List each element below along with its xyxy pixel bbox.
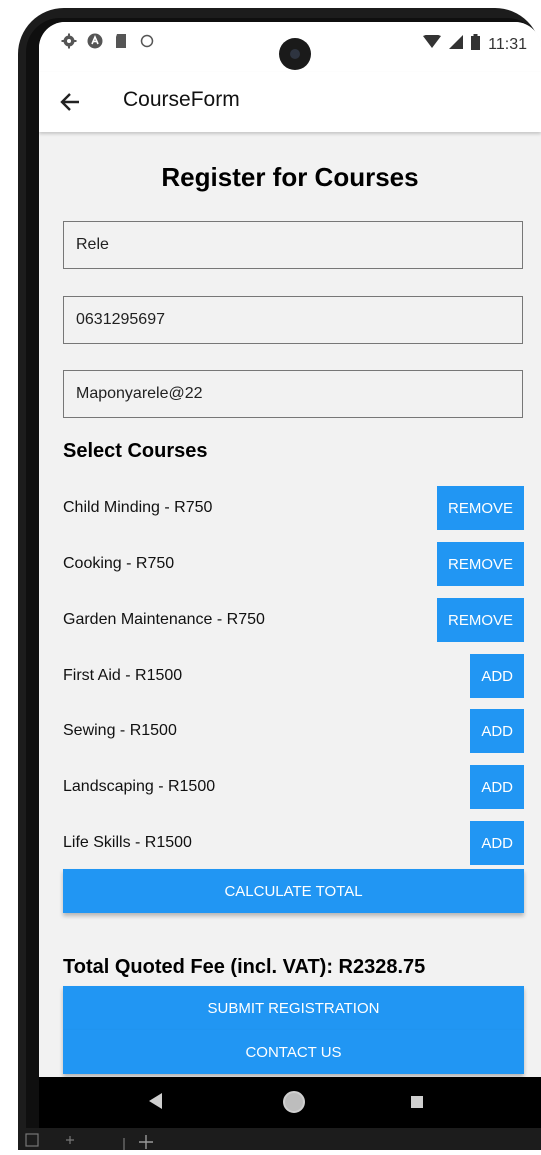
system-nav-bar [39, 1077, 541, 1128]
add-landscaping-button[interactable]: ADD [470, 765, 524, 809]
status-time: 11:31 [488, 35, 527, 53]
status-bar: 11:31 [39, 22, 541, 72]
app-bar: CourseForm [39, 72, 541, 132]
remove-cooking-button[interactable]: REMOVE [436, 542, 524, 586]
device-screen: 11:31 CourseForm Register for Courses Se… [39, 22, 541, 1128]
nav-back-icon[interactable] [149, 1093, 163, 1114]
email-field[interactable] [63, 370, 523, 418]
gear-icon [61, 33, 77, 49]
select-courses-heading: Select Courses [63, 440, 208, 462]
course-row-sewing: Sewing - R1500 ADD [63, 709, 524, 753]
wifi-icon [423, 34, 442, 54]
form-content: Register for Courses Select Courses Chil… [39, 132, 541, 1077]
add-sewing-button[interactable]: ADD [470, 709, 524, 753]
back-arrow-icon[interactable] [57, 88, 85, 116]
course-row-first-aid: First Aid - R1500 ADD [63, 654, 524, 698]
contact-us-button[interactable]: CONTACT US [63, 1030, 524, 1074]
course-label: Sewing - R1500 [63, 722, 177, 739]
course-row-garden-maintenance: Garden Maintenance - R750 REMOVE [63, 598, 524, 642]
page-title: Register for Courses [161, 162, 419, 192]
course-row-landscaping: Landscaping - R1500 ADD [63, 765, 524, 809]
emulator-toolbar [18, 1128, 218, 1150]
course-row-child-minding: Child Minding - R750 REMOVE [63, 486, 524, 530]
course-label: Garden Maintenance - R750 [63, 611, 265, 628]
course-label: Landscaping - R1500 [63, 778, 216, 795]
course-label: Child Minding - R750 [63, 499, 213, 516]
course-label: Life Skills - R1500 [63, 834, 192, 851]
sd-card-icon [113, 33, 129, 49]
add-life-skills-button[interactable]: ADD [470, 821, 524, 865]
camera-cutout [279, 38, 311, 70]
signal-icon [449, 35, 464, 54]
dot-icon [139, 33, 155, 49]
total-fee-text: Total Quoted Fee (incl. VAT): R2328.75 [63, 956, 426, 978]
course-label: Cooking - R750 [63, 555, 175, 572]
calculate-total-button[interactable]: CALCULATE TOTAL [63, 869, 524, 913]
nav-recents-icon[interactable] [411, 1096, 423, 1108]
a-icon [87, 33, 103, 49]
remove-garden-maintenance-button[interactable]: REMOVE [436, 598, 524, 642]
nav-home-icon[interactable] [283, 1091, 305, 1113]
app-title: CourseForm [123, 88, 240, 111]
status-icons-right: 11:31 [423, 34, 527, 55]
battery-icon [471, 34, 481, 55]
course-label: First Aid - R1500 [63, 667, 183, 684]
phone-field[interactable] [63, 296, 523, 344]
submit-registration-button[interactable]: SUBMIT REGISTRATION [63, 986, 524, 1030]
name-field[interactable] [63, 221, 523, 269]
remove-child-minding-button[interactable]: REMOVE [436, 486, 524, 530]
add-first-aid-button[interactable]: ADD [470, 654, 524, 698]
course-row-cooking: Cooking - R750 REMOVE [63, 542, 524, 586]
course-row-life-skills: Life Skills - R1500 ADD [63, 821, 524, 865]
status-icons-left [61, 33, 155, 49]
